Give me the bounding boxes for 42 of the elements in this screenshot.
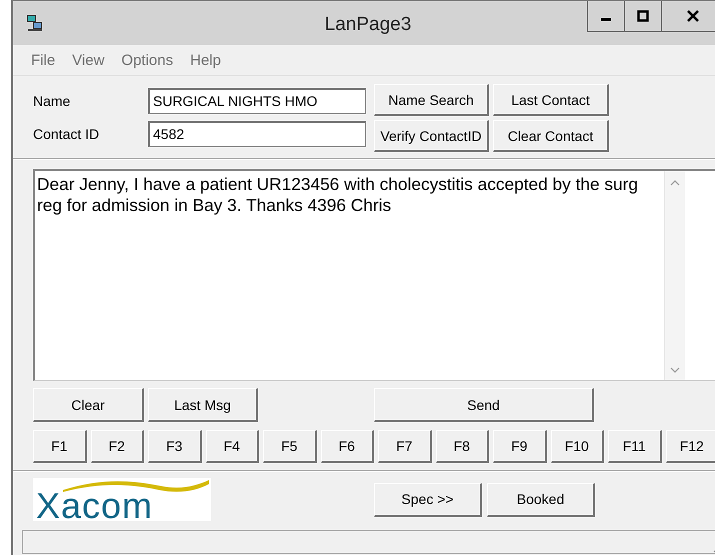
- function-key-button[interactable]: F6: [320, 430, 374, 463]
- function-key-button[interactable]: F10: [550, 430, 604, 463]
- logo-text: Xacom: [36, 488, 154, 521]
- function-key-button[interactable]: F1: [33, 430, 86, 463]
- maximize-icon: [637, 10, 649, 22]
- menu-item[interactable]: View: [72, 52, 104, 68]
- message-text: Dear Jenny, I have a patient UR123456 with cholecystitis accepted by the surg reg for admission in Bay 3. Thanks 4396 Chris: [36, 173, 640, 217]
- function-key-button[interactable]: F9: [493, 430, 546, 463]
- message-field[interactable]: Dear Jenny, I have a patient UR123456 with cholecystitis accepted by the surg reg for admission in Bay 3. Thanks 4396 Chris: [33, 169, 715, 381]
- function-key-button[interactable]: F11: [608, 430, 662, 463]
- contact-button[interactable]: Verify ContactID: [374, 120, 489, 152]
- menu-item[interactable]: Options: [121, 52, 174, 68]
- function-key-button[interactable]: F5: [263, 430, 316, 463]
- contact-button[interactable]: Clear Contact: [493, 120, 609, 152]
- contact-button[interactable]: Last Contact: [493, 84, 609, 116]
- contact-button[interactable]: Name Search: [374, 84, 489, 116]
- action-button[interactable]: Clear: [33, 388, 144, 422]
- function-key-button[interactable]: F4: [206, 430, 259, 463]
- scroll-down-icon: [670, 367, 680, 374]
- function-key-button[interactable]: F7: [378, 430, 432, 463]
- field-label: Name: [33, 92, 72, 108]
- scroll-up-icon: [670, 179, 680, 186]
- function-key-button[interactable]: F12: [666, 430, 715, 463]
- action-button[interactable]: Send: [374, 388, 594, 422]
- menu-item[interactable]: File: [31, 52, 56, 68]
- minimize-button[interactable]: [587, 1, 625, 32]
- network-computer-icon: [26, 14, 44, 32]
- scroll-bar[interactable]: [664, 171, 685, 380]
- function-key-button[interactable]: F3: [148, 430, 202, 463]
- close-icon: [686, 10, 698, 22]
- window-title: LanPage3: [324, 14, 412, 36]
- dialog-button[interactable]: Booked: [487, 482, 595, 516]
- text-field[interactable]: 4582: [148, 120, 366, 146]
- menu-item[interactable]: Help: [190, 52, 221, 68]
- swoosh-icon: [61, 478, 211, 494]
- dialog-button[interactable]: Spec >>: [374, 482, 482, 516]
- function-key-button[interactable]: F8: [436, 430, 489, 463]
- text-field[interactable]: SURGICAL NIGHTS HMO: [148, 88, 366, 114]
- field-label: Contact ID: [33, 126, 100, 142]
- action-button[interactable]: Last Msg: [148, 388, 258, 422]
- minimize-icon: [601, 18, 611, 20]
- function-key-button[interactable]: F2: [90, 430, 144, 463]
